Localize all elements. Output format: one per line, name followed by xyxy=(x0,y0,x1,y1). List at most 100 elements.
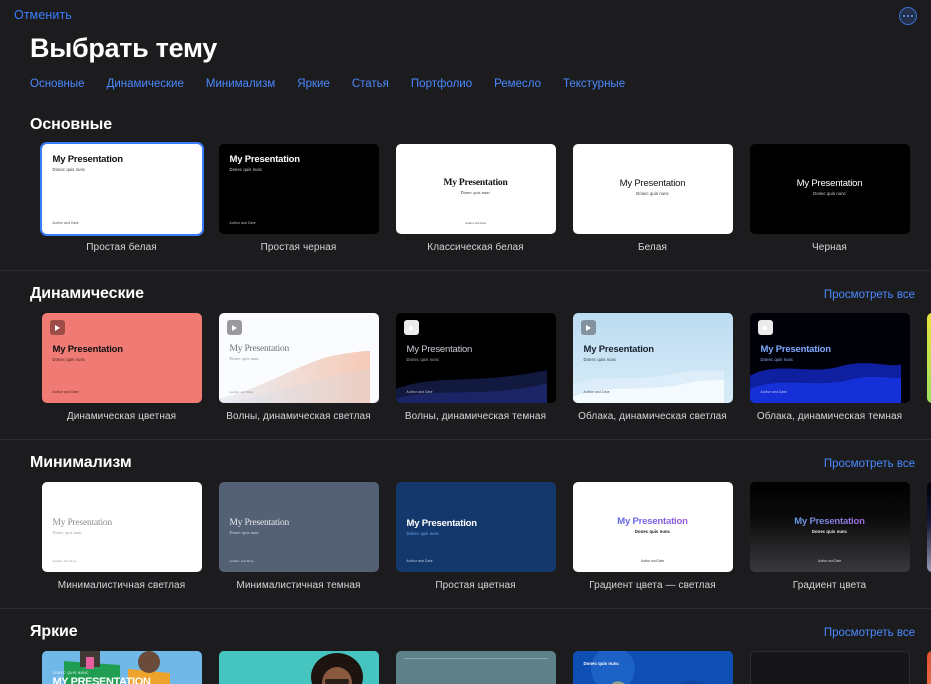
slide-title: My Presentation xyxy=(230,344,368,354)
slide-subtitle: Donec quis nunc xyxy=(396,190,556,195)
theme-card-partial-green[interactable]: My Presentation Donec quis nunc xyxy=(927,313,931,403)
theme-cell: Donec quis nunc MY PRESENTATION xyxy=(387,651,564,684)
category-tabs: Основные Динамические Минимализм Яркие С… xyxy=(30,78,931,102)
theme-card-fashion-blue[interactable]: DONEC QUIS NUNC MY PRESENTATION Donec qu… xyxy=(42,651,202,684)
theme-card-dinamicheskaya-cvetnaya[interactable]: My Presentation Donec quis nunc Author a… xyxy=(42,313,202,403)
slide-subtitle: Donec quis nunc xyxy=(573,191,733,196)
theme-card-belaya[interactable]: My Presentation Donec quis nunc xyxy=(573,144,733,234)
more-options-icon[interactable] xyxy=(899,7,917,25)
slide-subtitle: Donec quis nunc xyxy=(230,356,368,361)
theme-caption: Градиент цвета — светлая xyxy=(589,580,716,592)
theme-card-slate[interactable]: Donec quis nunc MY PRESENTATION xyxy=(396,651,556,684)
theme-card-fashion-teal[interactable]: MY PRESENTATION Author and Date xyxy=(219,651,379,684)
play-icon xyxy=(50,320,65,335)
slide-title: My Presentation xyxy=(230,518,368,528)
theme-card-dark-editorial[interactable]: DONEC QUIS NUNC MY PRESENTATION xyxy=(750,651,910,684)
tab-osnovnye[interactable]: Основные xyxy=(30,78,85,90)
theme-card-gradient-svetlaya[interactable]: My Presentation Donec quis nunc Author a… xyxy=(573,482,733,572)
tab-portfolio[interactable]: Портфолио xyxy=(411,78,472,90)
theme-card-minimal-svetlaya[interactable]: My Presentation Donec quis nunc Author a… xyxy=(42,482,202,572)
slide-author: Author and Date xyxy=(573,559,733,563)
theme-caption: Классическая белая xyxy=(427,242,523,254)
theme-cell: Donec quis nunc xyxy=(564,651,741,684)
slide-subtitle: Donec quis nunc xyxy=(761,357,899,362)
theme-row: My Presentation Donec quis nunc Author a… xyxy=(0,144,931,254)
slide-author: Author and Date xyxy=(53,559,77,563)
tab-yarkie[interactable]: Яркие xyxy=(297,78,330,90)
theme-card-partial-red[interactable] xyxy=(927,651,931,684)
theme-card-oblaka-temnaya[interactable]: My Presentation Donec quis nunc Author a… xyxy=(750,313,910,403)
theme-cell: My Presentation Donec quis nunc Author a… xyxy=(741,313,918,423)
section-osnovnye: Основные My Presentation Donec quis nunc… xyxy=(0,102,931,270)
theme-card-minimal-temnaya[interactable]: My Presentation Donec quis nunc Author a… xyxy=(219,482,379,572)
slide-title-caps: MY PRESENTATION xyxy=(53,676,191,684)
cancel-button[interactable]: Отменить xyxy=(14,8,72,22)
theme-card-partial-dark-gradient[interactable] xyxy=(927,482,931,572)
theme-caption: Черная xyxy=(812,242,847,254)
theme-card-prostaya-belaya[interactable]: My Presentation Donec quis nunc Author a… xyxy=(42,144,202,234)
theme-card-chernaya[interactable]: My Presentation Donec quis nunc xyxy=(750,144,910,234)
slide-subtitle: Donec quis nunc xyxy=(584,661,722,666)
slide-subtitle: Donec quis nunc xyxy=(407,531,545,536)
section-yarkie: Яркие Просмотреть все xyxy=(0,608,931,684)
slide-author: Author and Date xyxy=(53,221,79,225)
section-dinamicheskie: Динамические Просмотреть все My Presenta… xyxy=(0,270,931,439)
theme-card-oblaka-svetlaya[interactable]: My Presentation Donec quis nunc Author a… xyxy=(573,313,733,403)
tab-remeslo[interactable]: Ремесло xyxy=(494,78,541,90)
theme-cell: My Presentation Donec quis nunc Черная xyxy=(741,144,918,254)
theme-caption: Волны, динамическая светлая xyxy=(226,411,371,423)
tab-dinamicheskie[interactable]: Динамические xyxy=(107,78,184,90)
theme-caption: Волны, динамическая темная xyxy=(405,411,546,423)
slide-subtitle: Donec quis nunc xyxy=(53,357,191,362)
slide-subtitle-caps: DONEC QUIS NUNC xyxy=(53,671,191,675)
slide-subtitle: Donec quis nunc xyxy=(407,357,545,362)
theme-card-volny-temnaya[interactable]: My Presentation Donec quis nunc Author a… xyxy=(396,313,556,403)
slide-author: Author and Date xyxy=(53,390,79,394)
theme-card-turtle-ocean[interactable]: Donec quis nunc xyxy=(573,651,733,684)
theme-caption: Белая xyxy=(638,242,667,254)
slide-author: Author and Date xyxy=(230,221,256,225)
see-all-link[interactable]: Просмотреть все xyxy=(824,627,915,639)
theme-cell xyxy=(918,651,931,684)
page-title: Выбрать тему xyxy=(30,33,931,64)
theme-cell: My Presentation Donec quis nunc Author a… xyxy=(564,482,741,592)
tab-statya[interactable]: Статья xyxy=(352,78,389,90)
section-title: Динамические xyxy=(30,285,144,303)
slide-subtitle: Donec quis nunc xyxy=(750,529,910,534)
see-all-link[interactable]: Просмотреть все xyxy=(824,289,915,301)
section-title: Минимализм xyxy=(30,454,132,472)
theme-cell: DONEC QUIS NUNC MY PRESENTATION xyxy=(741,651,918,684)
section-header: Минимализм Просмотреть все xyxy=(0,440,931,482)
slide-title: My Presentation xyxy=(761,344,899,355)
slide-author: Author and Date xyxy=(761,390,787,394)
section-header: Динамические Просмотреть все xyxy=(0,271,931,313)
theme-card-prostaya-cvetnaya[interactable]: My Presentation Donec quis nunc Author a… xyxy=(396,482,556,572)
theme-caption: Минималистичная темная xyxy=(236,580,360,592)
theme-card-prostaya-chernaya[interactable]: My Presentation Donec quis nunc Author a… xyxy=(219,144,379,234)
theme-card-klassicheskaya-belaya[interactable]: My Presentation Donec quis nunc Author a… xyxy=(396,144,556,234)
theme-cell: My Presentation Donec quis nunc Author a… xyxy=(741,482,918,592)
slide-title: My Presentation xyxy=(750,178,910,189)
tab-teksturnye[interactable]: Текстурные xyxy=(563,78,625,90)
slide-subtitle: Donec quis nunc xyxy=(750,191,910,196)
theme-caption: Динамическая цветная xyxy=(67,411,176,423)
tab-minimalizm[interactable]: Минимализм xyxy=(206,78,275,90)
theme-cell: My Presentation Donec quis nunc xyxy=(918,313,931,423)
theme-cell: My Presentation Donec quis nunc Author a… xyxy=(33,144,210,254)
theme-cell: My Presentation Donec quis nunc Белая xyxy=(564,144,741,254)
theme-cell: My Presentation Donec quis nunc Author a… xyxy=(387,313,564,423)
play-icon xyxy=(404,320,419,335)
theme-cell: DONEC QUIS NUNC MY PRESENTATION Donec qu… xyxy=(33,651,210,684)
slide-title: My Presentation xyxy=(573,516,733,527)
theme-cell: My Presentation Donec quis nunc Author a… xyxy=(387,144,564,254)
slide-author: Author and Date xyxy=(407,559,433,563)
theme-cell xyxy=(918,482,931,592)
theme-cell: My Presentation Donec quis nunc Author a… xyxy=(564,313,741,423)
theme-caption: Простая белая xyxy=(86,242,157,254)
see-all-link[interactable]: Просмотреть все xyxy=(824,458,915,470)
top-toolbar: Отменить xyxy=(0,0,931,30)
slide-author: Author and Date xyxy=(750,559,910,563)
theme-scroll-area[interactable]: Основные My Presentation Donec quis nunc… xyxy=(0,102,931,684)
theme-card-volny-svetlaya[interactable]: My Presentation Donec quis nunc Author a… xyxy=(219,313,379,403)
theme-card-gradient-cveta[interactable]: My Presentation Donec quis nunc Author a… xyxy=(750,482,910,572)
